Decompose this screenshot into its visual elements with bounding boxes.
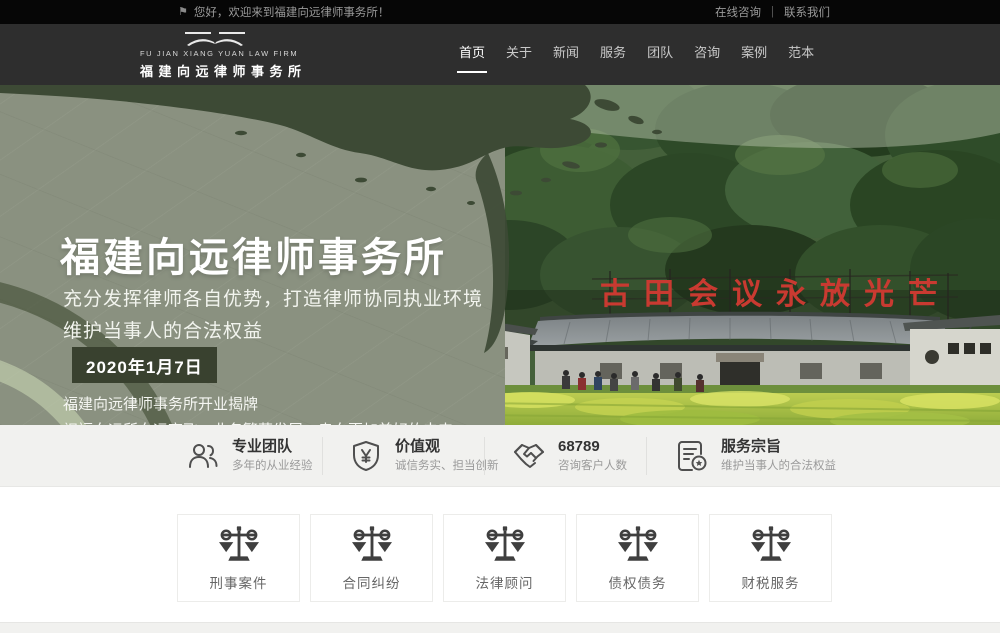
main-nav: 首页 关于 新闻 服务 团队 咨询 案例 范本 — [459, 24, 814, 85]
service-card-tax[interactable]: 财税服务 — [709, 514, 832, 602]
feature-desc: 咨询客户人数 — [558, 459, 627, 475]
handshake-icon — [512, 439, 546, 473]
topbar-separator: | — [771, 6, 774, 18]
logo[interactable]: FU JIAN XIANG YUAN LAW FIRM 福建向远律师事务所 — [140, 31, 290, 80]
service-card-debt[interactable]: 债权债务 — [576, 514, 699, 602]
feature-desc: 多年的从业经验 — [232, 459, 313, 475]
feature-title: 68789 — [558, 438, 627, 456]
hero-news-line2: 祝福向远所向远高飞，业务繁荣发展，走向更加美好的未来 — [63, 419, 453, 425]
nav-item-templates[interactable]: 范本 — [788, 34, 814, 75]
page: ⚑ 您好，欢迎来到福建向远律师事务所！ 在线咨询 | 联系我们 FU JIAN … — [0, 0, 1000, 633]
topbar-links: 在线咨询 | 联系我们 — [715, 0, 830, 24]
service-label: 合同纠纷 — [343, 572, 401, 592]
nav-item-home[interactable]: 首页 — [459, 34, 485, 75]
feature-desc: 诚信务实、担当创新 — [395, 459, 499, 475]
hero-content: 福建向远律师事务所 充分发挥律师各自优势，打造律师协同执业环境 维护当事人的合法… — [0, 85, 520, 425]
service-label: 财税服务 — [742, 572, 800, 592]
document-star-icon — [675, 439, 709, 473]
justice-scale-icon — [615, 525, 661, 565]
bottom-strip — [0, 622, 1000, 633]
nav-item-services[interactable]: 服务 — [600, 34, 626, 75]
service-label: 债权债务 — [609, 572, 667, 592]
nav-item-about[interactable]: 关于 — [506, 34, 532, 75]
feature-team: 专业团队 多年的从业经验 — [186, 438, 313, 475]
feature-divider — [484, 437, 485, 475]
online-consult-link[interactable]: 在线咨询 — [715, 4, 761, 20]
welcome-text: 您好，欢迎来到福建向远律师事务所！ — [194, 4, 390, 20]
feature-desc: 维护当事人的合法权益 — [721, 459, 836, 475]
feature-title: 专业团队 — [232, 438, 313, 456]
feature-title: 价值观 — [395, 438, 499, 456]
feature-divider — [322, 437, 323, 475]
hero-tagline-line2: 维护当事人的合法权益 — [63, 316, 263, 343]
team-icon — [186, 439, 220, 473]
hero-banner: 古田会议永放光芒 — [0, 85, 1000, 425]
hero-photo: 古田会议永放光芒 — [480, 85, 1000, 425]
service-card-criminal[interactable]: 刑事案件 — [177, 514, 300, 602]
hero-date-badge: 2020年1月7日 — [72, 347, 217, 383]
topbar-welcome-area: ⚑ 您好，欢迎来到福建向远律师事务所！ — [178, 0, 389, 24]
flower-field — [480, 391, 1000, 425]
logo-text-cn: 福建向远律师事务所 — [140, 61, 290, 80]
service-card-legal-counsel[interactable]: 法律顾问 — [443, 514, 566, 602]
logo-mark-icon — [183, 31, 247, 47]
nav-item-consult[interactable]: 咨询 — [694, 34, 720, 75]
navbar: FU JIAN XIANG YUAN LAW FIRM 福建向远律师事务所 首页… — [0, 24, 1000, 85]
justice-scale-icon — [482, 525, 528, 565]
hero-title: 福建向远律师事务所 — [60, 225, 447, 283]
hero-tagline-line1: 充分发挥律师各自优势，打造律师协同执业环境 — [63, 284, 483, 311]
nav-item-team[interactable]: 团队 — [647, 34, 673, 75]
logo-text-en: FU JIAN XIANG YUAN LAW FIRM — [140, 49, 290, 58]
justice-scale-icon — [748, 525, 794, 565]
service-card-contract[interactable]: 合同纠纷 — [310, 514, 433, 602]
feature-title: 服务宗旨 — [721, 438, 836, 456]
services-section: 刑事案件 合同纠纷 — [0, 487, 1000, 622]
features-band: 专业团队 多年的从业经验 价值观 诚信务实、担当创新 — [0, 425, 1000, 487]
shield-yen-icon — [349, 439, 383, 473]
feature-values: 价值观 诚信务实、担当创新 — [349, 438, 499, 475]
nav-item-news[interactable]: 新闻 — [553, 34, 579, 75]
flag-icon: ⚑ — [178, 7, 188, 18]
service-label: 刑事案件 — [210, 572, 268, 592]
feature-divider — [646, 437, 647, 475]
topbar: ⚑ 您好，欢迎来到福建向远律师事务所！ 在线咨询 | 联系我们 — [0, 0, 1000, 24]
nav-item-cases[interactable]: 案例 — [741, 34, 767, 75]
justice-scale-icon — [216, 525, 262, 565]
justice-scale-icon — [349, 525, 395, 565]
feature-client-count: 68789 咨询客户人数 — [512, 438, 627, 475]
contact-us-link[interactable]: 联系我们 — [784, 4, 830, 20]
service-label: 法律顾问 — [476, 572, 534, 592]
temple-roof — [507, 312, 973, 351]
photo-sign-text: 古田会议永放光芒 — [600, 278, 952, 311]
hero-news-line1: 福建向远律师事务所开业揭牌 — [63, 393, 258, 414]
feature-mission: 服务宗旨 维护当事人的合法权益 — [675, 438, 836, 475]
